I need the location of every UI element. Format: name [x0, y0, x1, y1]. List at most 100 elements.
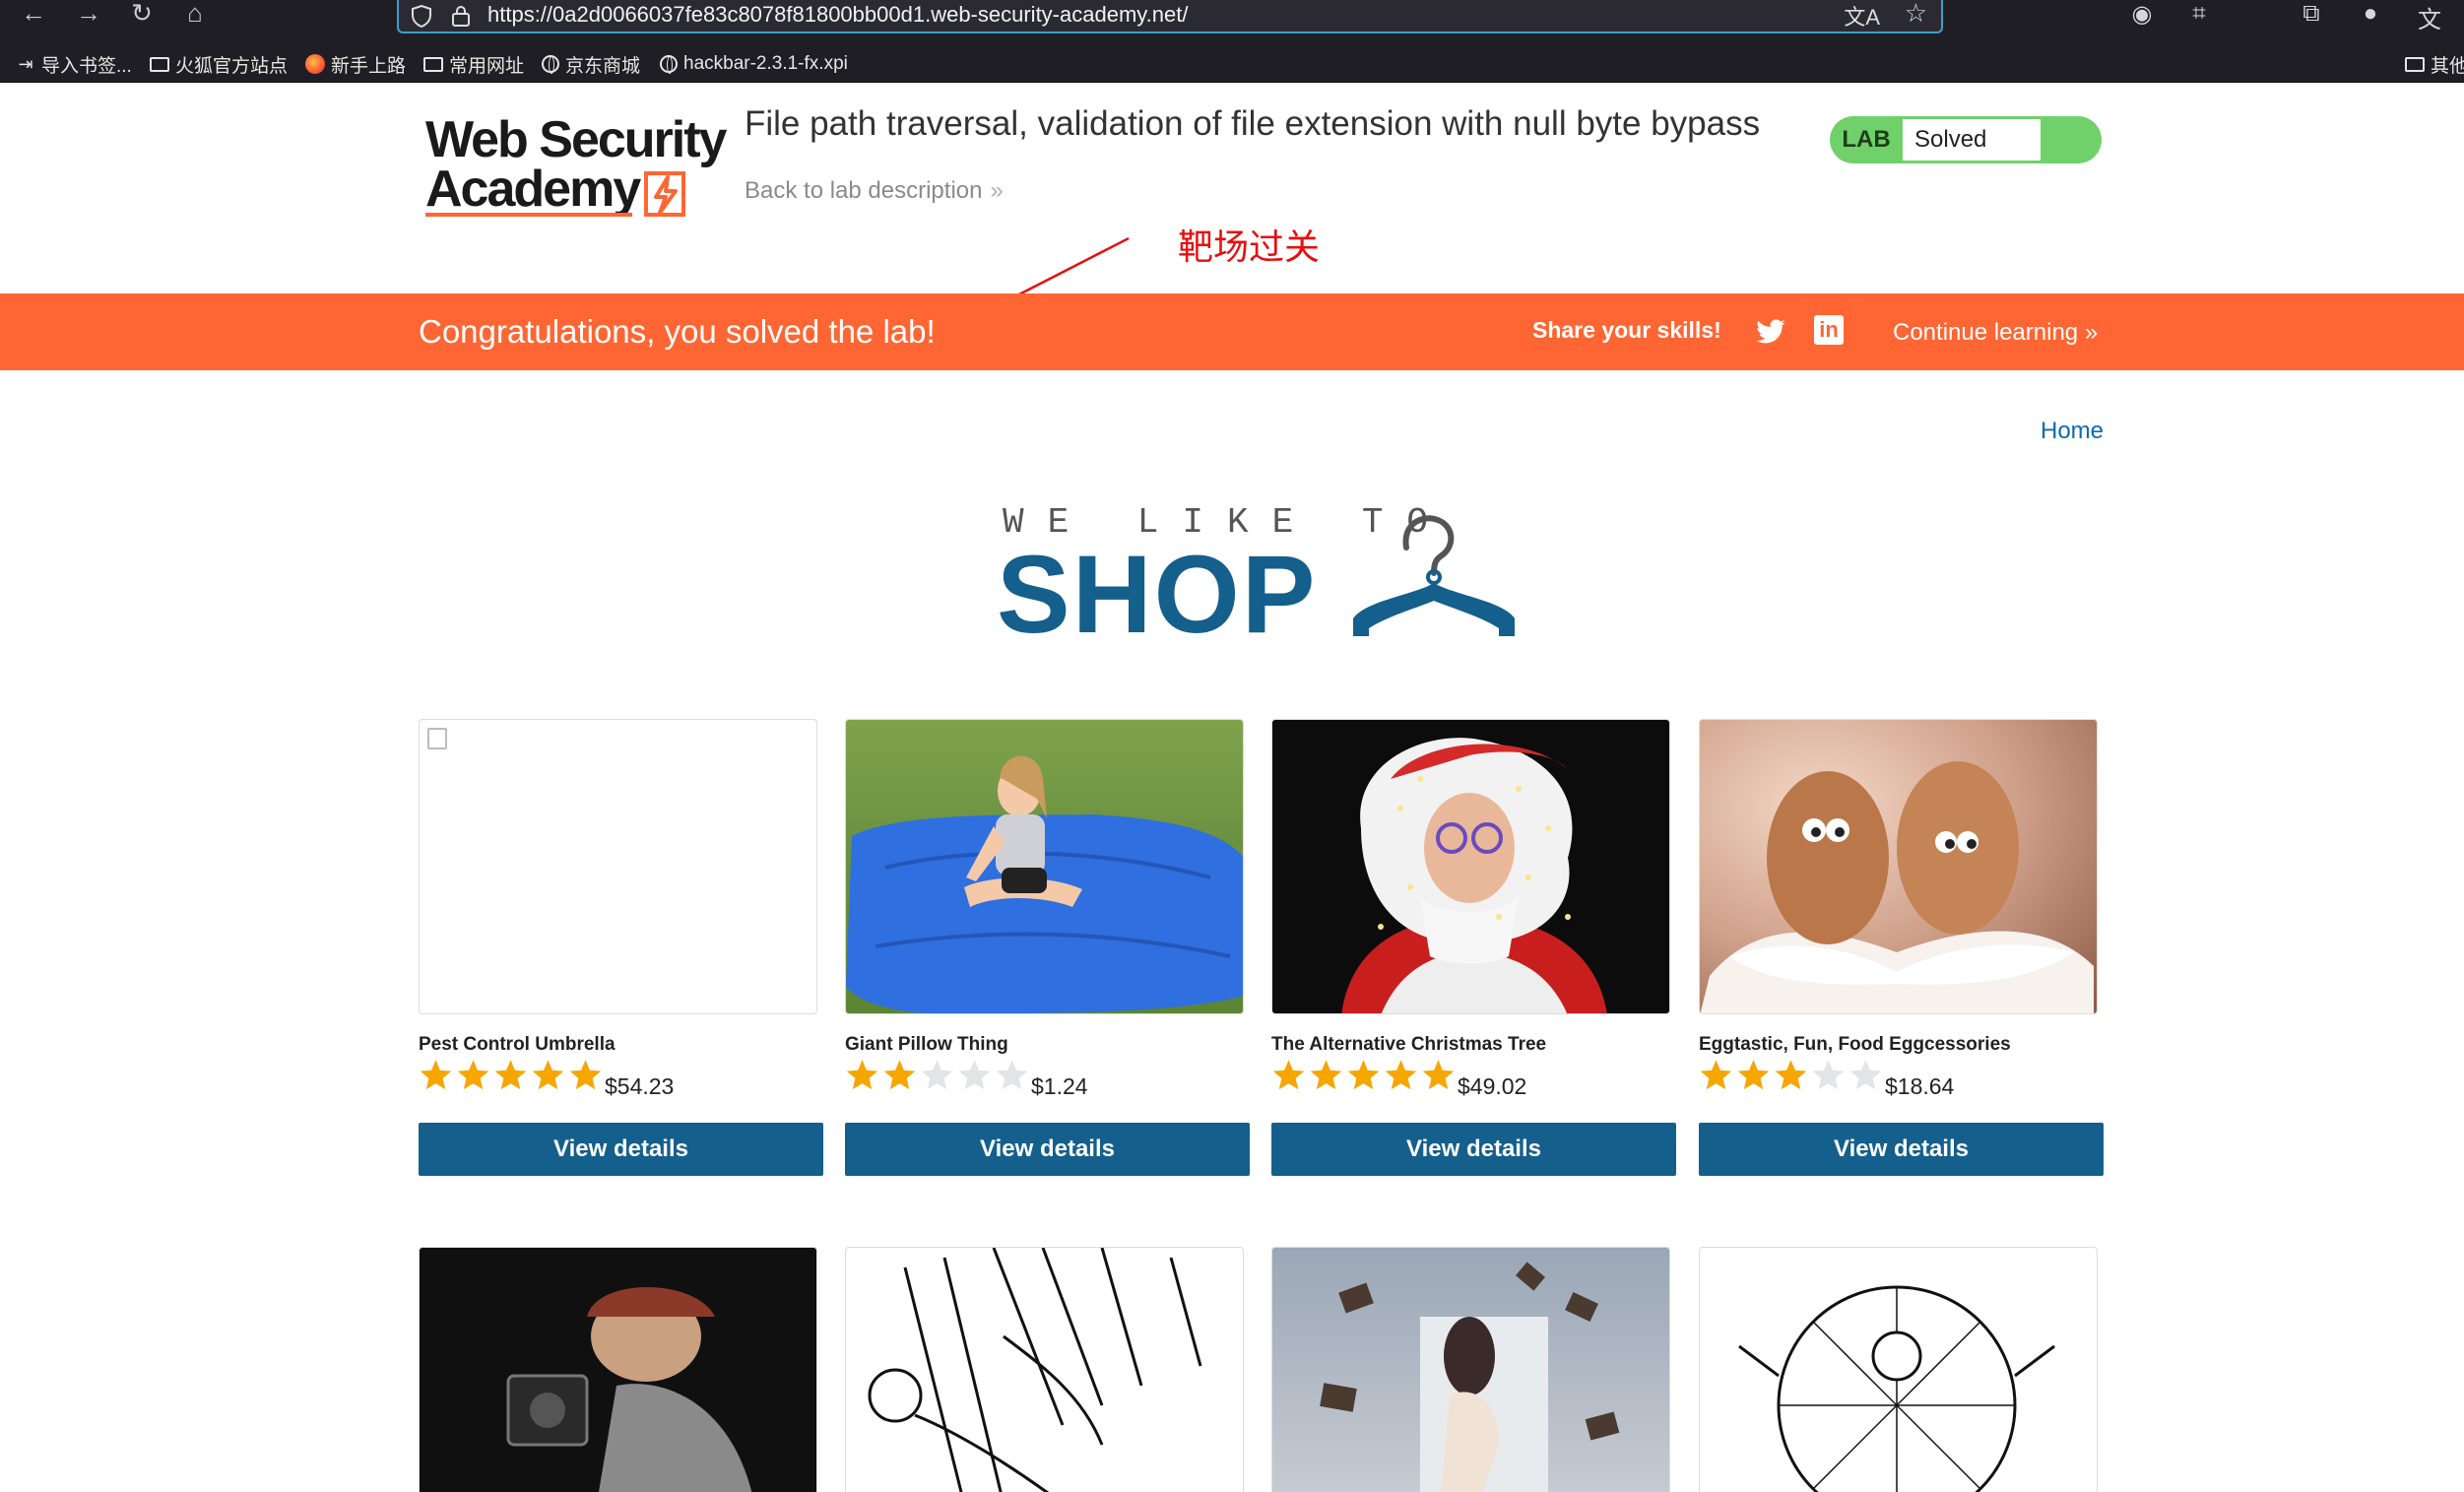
star-rating — [419, 1058, 603, 1095]
crop-icon[interactable]: ⌗ — [2182, 0, 2216, 30]
star-filled-icon — [532, 1060, 564, 1090]
web-security-academy-logo[interactable]: Web Security Academy — [421, 108, 727, 227]
star-empty-icon — [958, 1060, 991, 1090]
linkedin-icon[interactable]: in — [1814, 315, 1844, 345]
star-filled-icon — [1700, 1060, 1732, 1090]
star-empty-icon — [996, 1060, 1028, 1090]
star-rating — [1699, 1058, 1883, 1095]
continue-learning-link[interactable]: Continue learning » — [1893, 319, 2098, 347]
logo-line2: Academy — [425, 161, 641, 218]
star-filled-icon — [1347, 1060, 1380, 1090]
address-bar[interactable]: https://0a2d0066037fe83c8078f81800bb00d1… — [397, 0, 1943, 33]
view-details-button[interactable]: View details — [1271, 1123, 1676, 1176]
star-filled-icon — [883, 1060, 916, 1090]
star-filled-icon — [457, 1060, 489, 1090]
product-image[interactable] — [1271, 719, 1670, 1014]
product-name: Giant Pillow Thing — [845, 1034, 1008, 1055]
bookmark-label: 新手上路 — [331, 55, 407, 77]
twitter-icon[interactable] — [1755, 315, 1786, 347]
star-filled-icon — [846, 1060, 878, 1090]
continue-learning-label: Continue learning — [1893, 319, 2079, 346]
back-arrow-icon[interactable]: ← — [14, 0, 53, 28]
product-price: $18.64 — [1885, 1073, 1955, 1099]
reload-icon[interactable]: ↻ — [122, 0, 162, 28]
bookmark-jd[interactable]: 京东商城 — [542, 51, 640, 77]
bookmark-import[interactable]: ⇥ 导入书签... — [16, 51, 131, 77]
bookmark-label: 火狐官方站点 — [175, 55, 289, 77]
star-empty-icon — [1812, 1060, 1845, 1090]
extensions-icon[interactable]: ⧉ — [2295, 0, 2328, 30]
photographer-figure-photo — [506, 1287, 752, 1492]
shop-title: SHOP — [997, 533, 1318, 656]
broken-image-icon — [427, 728, 447, 749]
product-name: The Alternative Christmas Tree — [1271, 1034, 1547, 1055]
star-filled-icon — [1422, 1060, 1455, 1090]
star-empty-icon — [921, 1060, 953, 1090]
annotation-text: 靶场过关 — [1178, 227, 1321, 267]
view-details-button[interactable]: View details — [419, 1123, 823, 1176]
star-filled-icon — [1310, 1060, 1342, 1090]
double-chevron-right-icon: » — [990, 177, 1004, 204]
product-image[interactable] — [845, 1247, 1244, 1492]
forward-arrow-icon[interactable]: → — [69, 0, 108, 28]
back-to-lab-description-link[interactable]: Back to lab description » — [745, 177, 1004, 205]
bookmark-label: 京东商城 — [565, 55, 641, 77]
star-rating — [1271, 1058, 1456, 1095]
product-image[interactable] — [845, 719, 1244, 1014]
star-filled-icon — [494, 1060, 527, 1090]
bookmark-getting-started[interactable]: 新手上路 — [305, 51, 406, 77]
bookmark-label: 其他 — [2431, 55, 2464, 77]
home-link[interactable]: Home — [2041, 418, 2104, 445]
product-image[interactable] — [1699, 1247, 2098, 1492]
star-filled-icon — [1737, 1060, 1770, 1090]
hackbar-icon[interactable]: ● — [2354, 0, 2387, 30]
product-image[interactable] — [1271, 1247, 1670, 1492]
bookmark-hackbar[interactable]: hackbar-2.3.1-fx.xpi — [660, 51, 848, 77]
view-details-button[interactable]: View details — [1699, 1123, 2104, 1176]
share-skills-label: Share your skills! — [1532, 317, 1721, 343]
giant-pillow-photo — [846, 755, 1243, 1013]
folder-icon — [150, 56, 169, 72]
product-price: $54.23 — [605, 1073, 675, 1099]
product-price: $49.02 — [1458, 1073, 1527, 1099]
browser-window: ← → ↻ ⌂ https://0a2d0066037fe83c8078f818… — [0, 0, 2464, 1492]
firefox-icon — [305, 54, 325, 74]
bookmark-firefox-site[interactable]: 火狐官方站点 — [150, 51, 288, 77]
browser-toolbar: ← → ↻ ⌂ https://0a2d0066037fe83c8078f818… — [0, 0, 2464, 45]
sketch-illustration — [868, 1248, 1202, 1492]
wheel-man-sketch — [1738, 1285, 2055, 1492]
lightning-bolt-icon — [644, 171, 685, 217]
view-details-button[interactable]: View details — [845, 1123, 1250, 1176]
translate-addon-icon[interactable]: 文 — [2413, 0, 2446, 33]
star-filled-icon — [1385, 1060, 1417, 1090]
star-filled-icon — [1775, 1060, 1807, 1090]
bookmarks-bar: ⇥ 导入书签... 火狐官方站点 新手上路 常用网址 京东商城 hackbar-2… — [0, 45, 2464, 83]
lab-status-text: Solved — [1903, 119, 2041, 161]
logo-underline — [425, 213, 632, 217]
christmas-tree-costume-photo — [1341, 738, 1607, 1013]
bookmark-label: hackbar-2.3.1-fx.xpi — [683, 53, 848, 74]
bookmark-other[interactable]: 其他 — [2405, 51, 2464, 77]
product-name: Pest Control Umbrella — [419, 1034, 616, 1055]
bookmark-star-icon[interactable]: ☆ — [1905, 0, 1927, 29]
url-text[interactable]: https://0a2d0066037fe83c8078f81800bb00d1… — [487, 2, 1188, 28]
coat-hanger-icon — [1353, 515, 1515, 636]
globe-icon — [542, 55, 559, 74]
product-image[interactable] — [419, 1247, 817, 1492]
we-like-to-shop-logo: WE LIKE TO SHOP — [995, 502, 1546, 650]
congratulations-text: Congratulations, you solved the lab! — [419, 313, 936, 350]
bookmark-common-sites[interactable]: 常用网址 — [423, 51, 524, 77]
account-icon[interactable]: ◉ — [2125, 0, 2159, 30]
import-icon: ⇥ — [18, 54, 33, 74]
lock-icon[interactable] — [450, 4, 472, 28]
star-filled-icon — [420, 1060, 452, 1090]
shield-icon[interactable] — [411, 4, 432, 28]
folder-icon — [423, 56, 443, 72]
product-name: Egg­tastic, Fun, Food Eggcessories — [1699, 1034, 2011, 1055]
eggs-photo — [1700, 761, 2094, 1013]
translate-icon[interactable]: 文A — [1844, 0, 1880, 32]
product-image[interactable] — [1699, 719, 2098, 1014]
product-image[interactable] — [419, 719, 817, 1014]
star-filled-icon — [569, 1060, 602, 1090]
home-icon[interactable]: ⌂ — [175, 0, 215, 28]
